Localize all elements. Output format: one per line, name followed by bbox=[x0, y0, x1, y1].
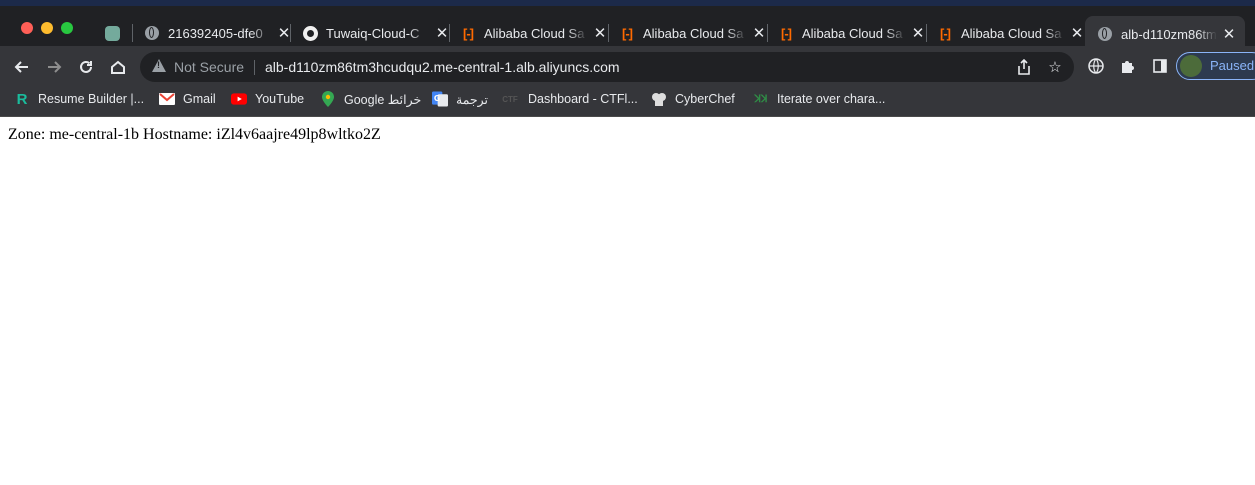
bookmark-label: Resume Builder |... bbox=[38, 92, 145, 106]
globe-icon bbox=[1097, 26, 1113, 42]
bookmark-google-maps[interactable]: Google خرائط bbox=[320, 86, 421, 112]
address-bar[interactable]: Not Secure alb-d110zm86tm3hcudqu2.me-cen… bbox=[140, 52, 1074, 82]
alibaba-cloud-icon: [-] bbox=[781, 25, 792, 41]
minimize-window-button[interactable] bbox=[41, 22, 53, 34]
url-text[interactable]: alb-d110zm86tm3hcudqu2.me-central-1.alb.… bbox=[265, 59, 620, 75]
ctf-icon: CTF bbox=[502, 94, 518, 104]
tab-label: Alibaba Cloud Sa bbox=[643, 25, 744, 41]
globe-icon bbox=[144, 25, 160, 41]
arrow-right-icon bbox=[48, 61, 62, 73]
back-button[interactable] bbox=[9, 54, 35, 80]
bookmark-label: ترجمة bbox=[456, 92, 489, 107]
cyberchef-icon bbox=[651, 91, 667, 107]
tab-strip: 216392405-dfe0 ✕ Tuwaiq-Cloud-C ✕ [-] Al… bbox=[0, 6, 1255, 52]
zone-hostname-text: Zone: me-central-1b Hostname: iZl4v6aajr… bbox=[8, 126, 381, 143]
tab-label: Alibaba Cloud Sa bbox=[484, 25, 585, 41]
tab-alibaba-cloud-3[interactable]: [-] Alibaba Cloud Sa ✕ bbox=[770, 18, 926, 48]
tab-separator bbox=[132, 24, 133, 42]
zoom-window-button[interactable] bbox=[61, 22, 73, 34]
tab-chatgpt[interactable] bbox=[96, 18, 120, 48]
alibaba-cloud-icon: [-] bbox=[940, 25, 951, 41]
resume-builder-icon: R bbox=[16, 90, 28, 108]
tab-separator bbox=[926, 24, 927, 42]
avatar bbox=[1180, 55, 1202, 77]
forward-button[interactable] bbox=[41, 54, 67, 80]
tab-label: alb-d110zm86tm bbox=[1121, 26, 1217, 42]
bookmarks-bar: R Resume Builder |... Gmail YouTube Goog… bbox=[0, 86, 1255, 117]
svg-text:G: G bbox=[434, 94, 440, 103]
bookmark-google-translate[interactable]: G ترجمة bbox=[432, 86, 488, 112]
tab-separator bbox=[608, 24, 609, 42]
bookmark-label: Iterate over chara... bbox=[777, 92, 886, 106]
divider bbox=[254, 60, 255, 75]
tab-alibaba-cloud-1[interactable]: [-] Alibaba Cloud Sa ✕ bbox=[452, 18, 608, 48]
close-icon[interactable]: ✕ bbox=[592, 25, 608, 42]
bookmark-geeksforgeeks[interactable]: ꓘꓘ Iterate over chara... bbox=[753, 86, 885, 112]
share-icon[interactable] bbox=[1015, 58, 1033, 76]
bookmark-label: Google خرائط bbox=[344, 92, 422, 107]
youtube-icon bbox=[231, 91, 247, 107]
tab-alibaba-cloud-2[interactable]: [-] Alibaba Cloud Sa ✕ bbox=[611, 18, 767, 48]
home-button[interactable] bbox=[105, 54, 131, 80]
bookmark-label: YouTube bbox=[255, 92, 305, 106]
arrow-left-icon bbox=[14, 61, 28, 73]
side-panel-icon[interactable] bbox=[1151, 57, 1169, 75]
reload-icon bbox=[80, 60, 92, 73]
tab-separator bbox=[767, 24, 768, 42]
alibaba-cloud-icon: [-] bbox=[463, 25, 474, 41]
not-secure-label[interactable]: Not Secure bbox=[174, 59, 244, 75]
close-icon[interactable]: ✕ bbox=[910, 25, 926, 42]
close-icon[interactable]: ✕ bbox=[1069, 25, 1085, 42]
bookmark-dashboard-ctf[interactable]: CTF Dashboard - CTFl... bbox=[500, 86, 638, 112]
browser-toolbar: Not Secure alb-d110zm86tm3hcudqu2.me-cen… bbox=[0, 46, 1255, 86]
bookmark-cyberchef[interactable]: CyberChef bbox=[651, 86, 735, 112]
bookmark-gmail[interactable]: Gmail bbox=[159, 86, 216, 112]
github-icon bbox=[302, 25, 318, 41]
profile-status: Paused bbox=[1210, 58, 1255, 73]
profile-button[interactable]: Paused bbox=[1176, 52, 1255, 80]
geeksforgeeks-icon: ꓘꓘ bbox=[754, 93, 768, 105]
gmail-icon bbox=[159, 91, 175, 107]
tab-separator bbox=[449, 24, 450, 42]
bookmark-label: Gmail bbox=[183, 92, 216, 106]
close-icon[interactable]: ✕ bbox=[751, 25, 767, 42]
tab-label: 216392405-dfe0 bbox=[168, 25, 263, 41]
tab-label: Alibaba Cloud Sa bbox=[802, 25, 903, 41]
extensions-puzzle-icon[interactable] bbox=[1119, 57, 1137, 75]
tab-tuwaiq-cloud[interactable]: Tuwaiq-Cloud-C ✕ bbox=[294, 18, 450, 48]
chatgpt-icon bbox=[104, 25, 120, 41]
warning-icon[interactable] bbox=[152, 59, 166, 72]
bookmark-resume-builder[interactable]: R Resume Builder |... bbox=[14, 86, 145, 112]
tab-alibaba-cloud-4[interactable]: [-] Alibaba Cloud Sa ✕ bbox=[929, 18, 1085, 48]
google-translate-icon: G bbox=[432, 91, 448, 107]
close-icon[interactable]: ✕ bbox=[1221, 26, 1237, 43]
tab-separator bbox=[290, 24, 291, 42]
alibaba-cloud-icon: [-] bbox=[622, 25, 633, 41]
bookmark-label: CyberChef bbox=[675, 92, 735, 106]
tab-label: Tuwaiq-Cloud-C bbox=[326, 25, 420, 41]
bookmark-youtube[interactable]: YouTube bbox=[231, 86, 304, 112]
tab-216392405[interactable]: 216392405-dfe0 ✕ bbox=[136, 18, 292, 48]
extension-globe-icon[interactable] bbox=[1087, 57, 1105, 75]
bookmark-label: Dashboard - CTFl... bbox=[528, 92, 638, 106]
close-window-button[interactable] bbox=[21, 22, 33, 34]
reload-button[interactable] bbox=[73, 54, 99, 80]
tab-label: Alibaba Cloud Sa bbox=[961, 25, 1062, 41]
close-icon[interactable]: ✕ bbox=[434, 25, 450, 42]
home-icon bbox=[111, 60, 125, 74]
google-maps-icon bbox=[320, 91, 336, 107]
bookmark-star-icon[interactable]: ☆ bbox=[1046, 58, 1064, 76]
